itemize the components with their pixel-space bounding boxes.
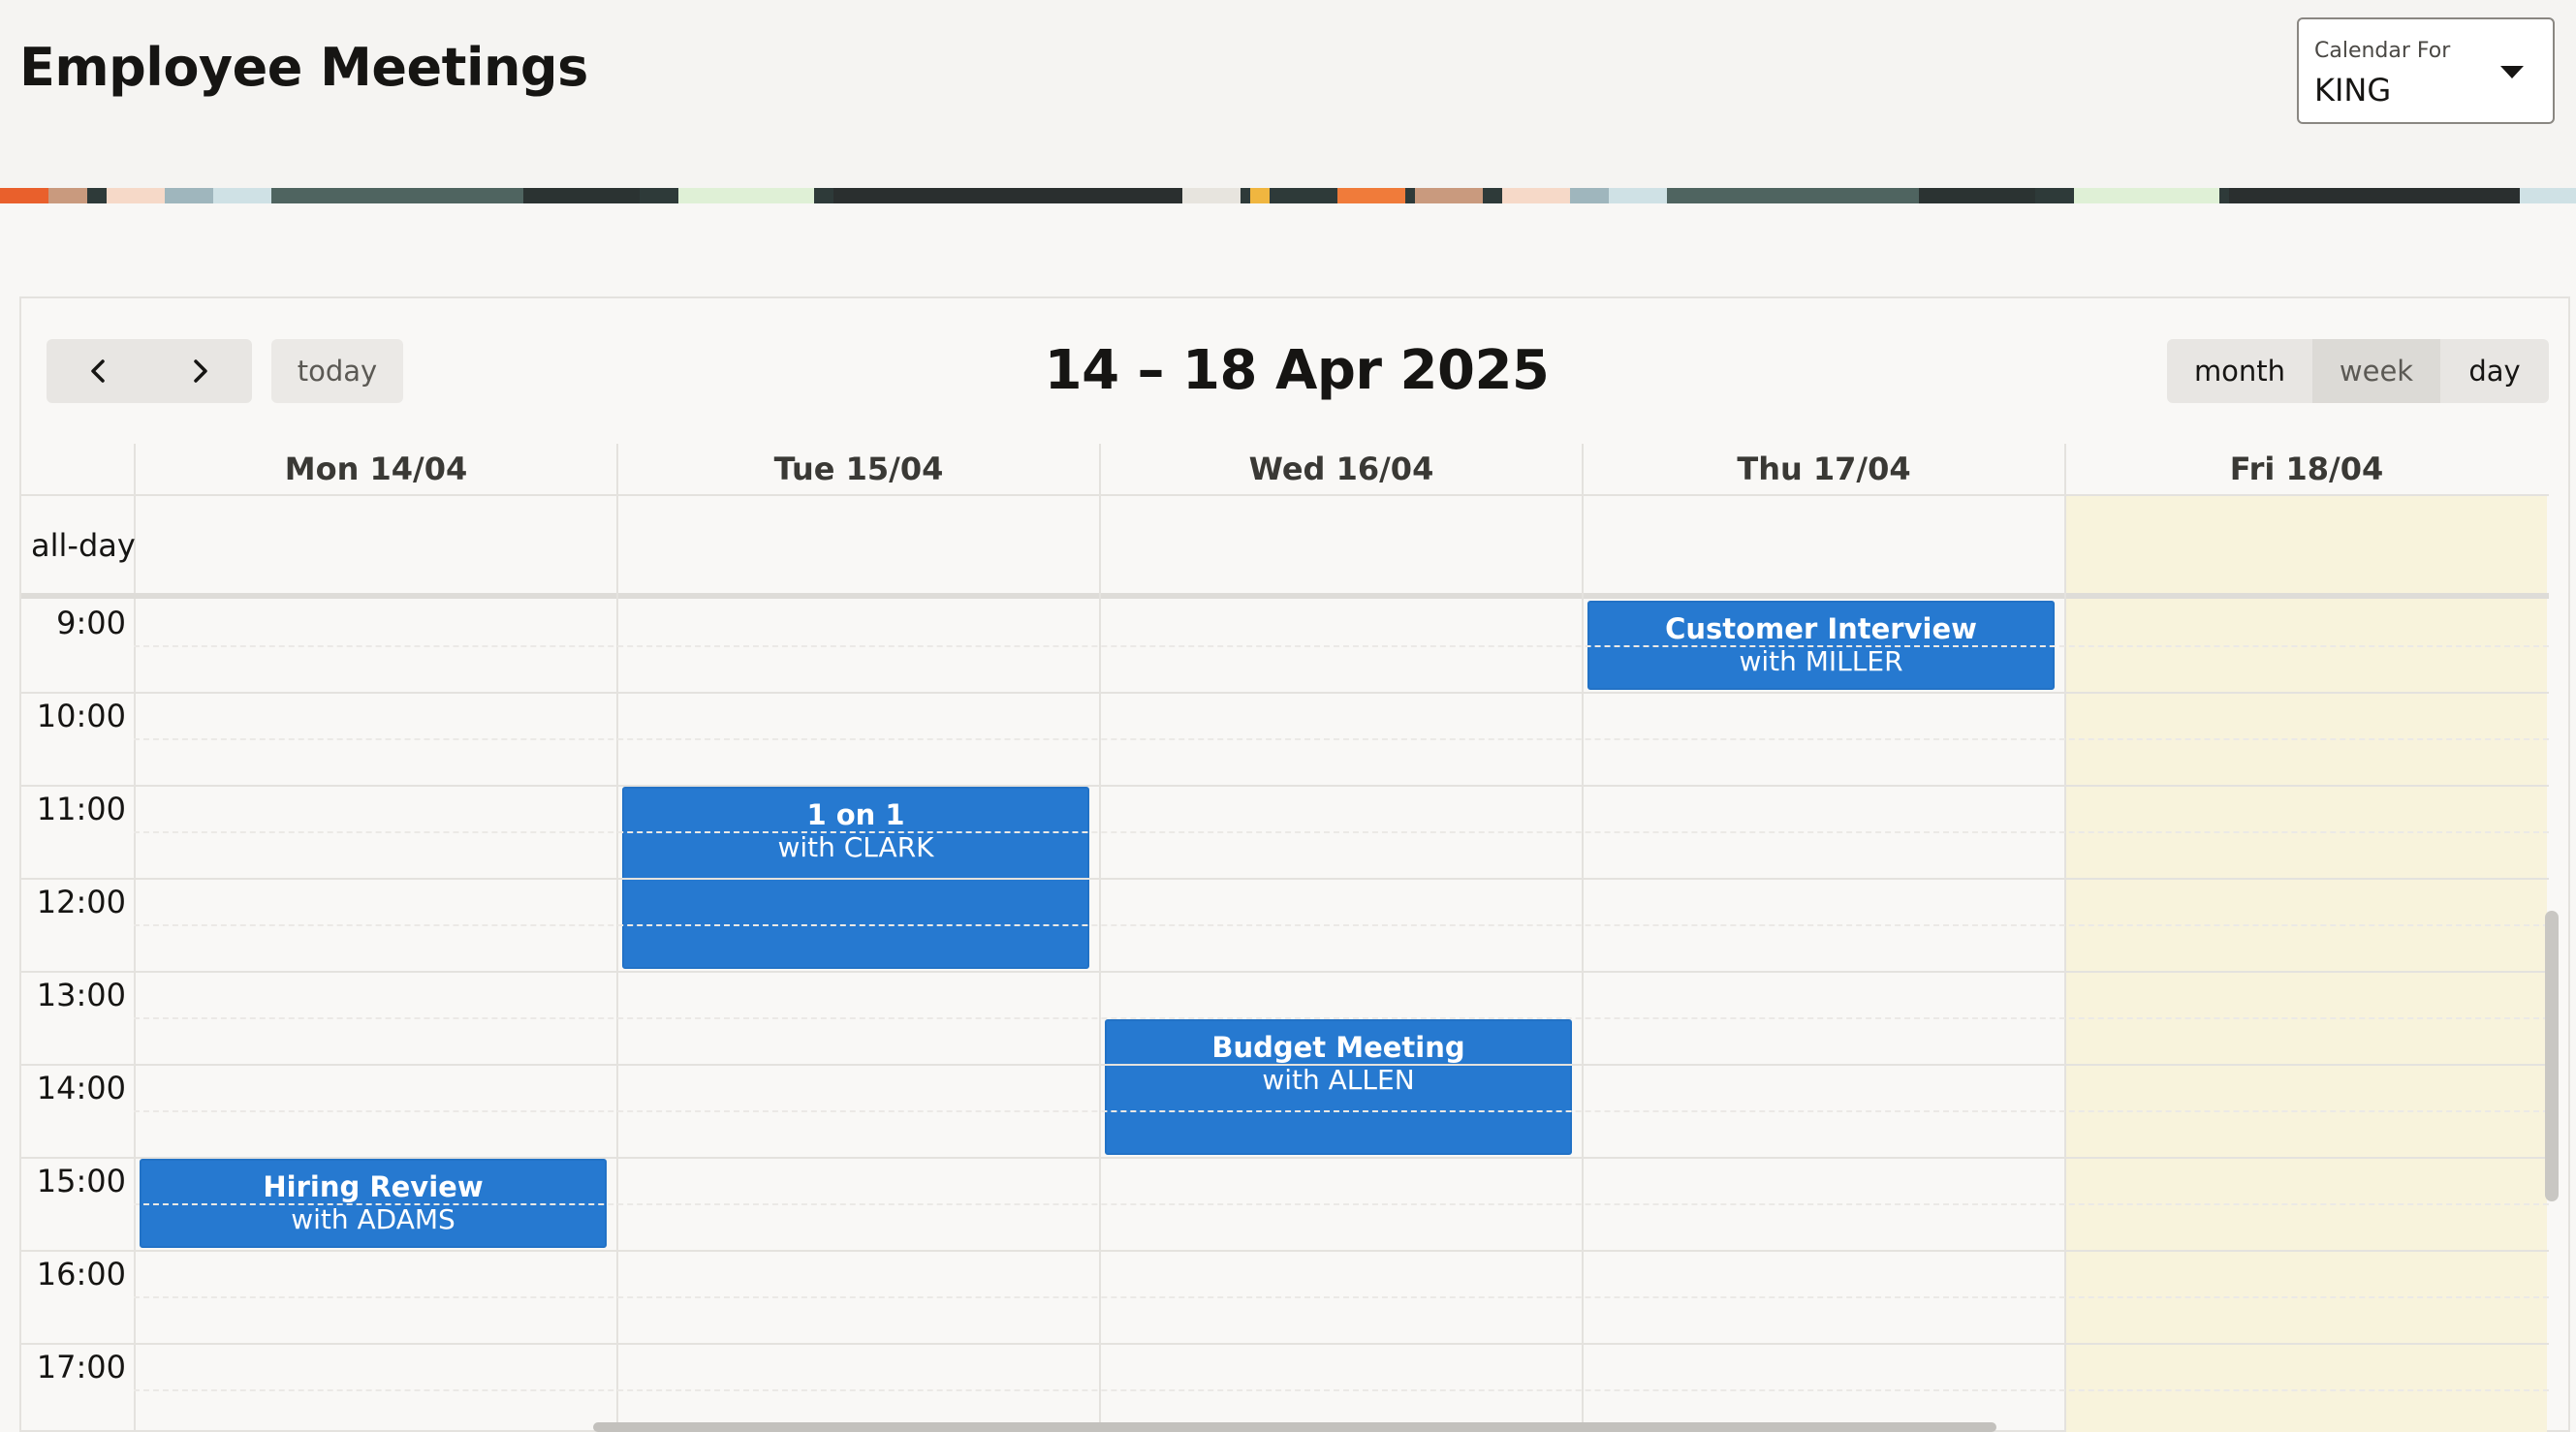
time-label: 15:00 xyxy=(36,1163,126,1199)
half-hour-gridline xyxy=(134,1017,2549,1019)
day-header-tue[interactable]: Tue 15/04 xyxy=(616,444,1099,494)
allday-divider xyxy=(21,593,2549,599)
event-title: Customer Interview xyxy=(1665,612,1977,645)
calendar-region: today 14 – 18 Apr 2025 month week day Mo… xyxy=(0,203,2576,1432)
day-column-divider xyxy=(2064,444,2066,1432)
half-hour-gridline xyxy=(134,645,2549,647)
today-column-highlight xyxy=(2066,496,2547,1432)
event-attendee: with ADAMS xyxy=(291,1203,456,1235)
month-view-button[interactable]: month xyxy=(2167,339,2312,403)
hour-gridline xyxy=(21,1250,2549,1252)
day-header-wed[interactable]: Wed 16/04 xyxy=(1099,444,1582,494)
event-title: Budget Meeting xyxy=(1211,1031,1465,1064)
time-label: 9:00 xyxy=(56,605,126,641)
time-label: 14:00 xyxy=(36,1070,126,1106)
half-hour-gridline xyxy=(134,1110,2549,1112)
page-header: Employee Meetings Calendar For KING xyxy=(0,0,2576,188)
page-title: Employee Meetings xyxy=(19,37,588,98)
half-hour-gridline xyxy=(134,924,2549,926)
week-grid: Mon 14/04 Tue 15/04 Wed 16/04 Thu 17/04 … xyxy=(21,444,2568,1432)
time-label: 11:00 xyxy=(36,791,126,827)
week-view-button[interactable]: week xyxy=(2312,339,2440,403)
hour-gridline xyxy=(21,1343,2549,1345)
day-header-mon[interactable]: Mon 14/04 xyxy=(134,444,616,494)
event-attendee: with MILLER xyxy=(1739,645,1903,677)
view-switcher: month week day xyxy=(2167,339,2549,403)
vertical-scrollbar[interactable] xyxy=(2545,911,2559,1201)
grid-axis-divider xyxy=(134,444,136,1432)
calendar-for-select[interactable]: Calendar For KING xyxy=(2297,17,2555,124)
day-view-button[interactable]: day xyxy=(2440,339,2549,403)
event-budget-meeting[interactable]: Budget Meeting with ALLEN xyxy=(1105,1019,1572,1155)
decorative-banner xyxy=(0,188,2576,203)
day-column-divider xyxy=(616,444,618,1432)
half-hour-gridline xyxy=(134,831,2549,833)
half-hour-gridline xyxy=(134,738,2549,740)
time-label: 16:00 xyxy=(36,1256,126,1292)
day-column-divider xyxy=(1099,444,1101,1432)
hour-gridline xyxy=(21,971,2549,973)
event-attendee: with ALLEN xyxy=(1262,1064,1415,1096)
half-hour-gridline xyxy=(134,1389,2549,1391)
event-title: Hiring Review xyxy=(263,1170,484,1203)
day-header-fri[interactable]: Fri 18/04 xyxy=(2064,444,2547,494)
time-label: 10:00 xyxy=(36,698,126,734)
calendar: today 14 – 18 Apr 2025 month week day Mo… xyxy=(19,296,2570,1432)
calendar-for-value: KING xyxy=(2314,72,2392,109)
caret-down-icon xyxy=(2500,66,2524,78)
calendar-for-label: Calendar For xyxy=(2314,39,2451,63)
event-title: 1 on 1 xyxy=(806,798,905,831)
day-header-thu[interactable]: Thu 17/04 xyxy=(1582,444,2064,494)
hour-gridline xyxy=(21,785,2549,787)
event-attendee: with CLARK xyxy=(777,831,934,863)
half-hour-gridline xyxy=(134,1296,2549,1298)
hour-gridline xyxy=(21,692,2549,694)
time-label: 13:00 xyxy=(36,977,126,1013)
day-column-divider xyxy=(1582,444,1584,1432)
time-label: 17:00 xyxy=(36,1349,126,1385)
allday-label: all-day xyxy=(31,527,136,564)
header-divider xyxy=(21,494,2549,496)
hour-gridline xyxy=(21,1064,2549,1066)
time-label: 12:00 xyxy=(36,884,126,920)
horizontal-scrollbar[interactable] xyxy=(593,1422,1996,1432)
hour-gridline xyxy=(21,878,2549,880)
hour-gridline xyxy=(21,1157,2549,1159)
half-hour-gridline xyxy=(134,1203,2549,1205)
